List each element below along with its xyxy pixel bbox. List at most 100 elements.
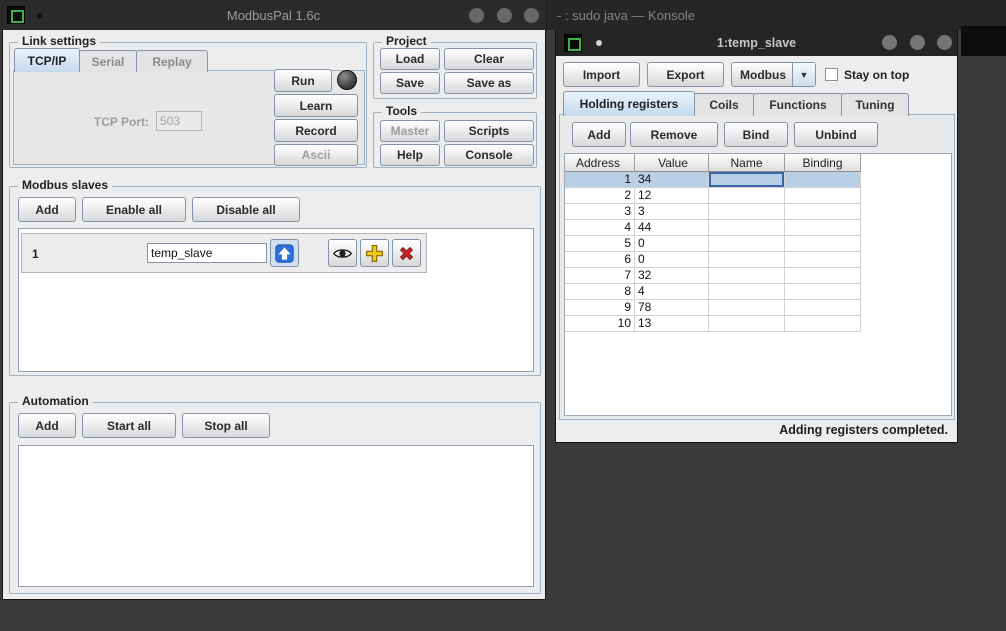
- table-row[interactable]: 978: [565, 300, 951, 316]
- import-button[interactable]: Import: [563, 62, 640, 87]
- table-row[interactable]: 212: [565, 188, 951, 204]
- cell-name[interactable]: [709, 172, 785, 188]
- view-slave-button[interactable]: [328, 239, 357, 267]
- cell-value[interactable]: 32: [635, 268, 709, 284]
- modbus-slaves-group: Modbus slaves Add Enable all Disable all…: [9, 186, 541, 376]
- cell-address[interactable]: 7: [565, 268, 635, 284]
- window-control-button[interactable]: [910, 35, 925, 50]
- save-as-button[interactable]: Save as: [444, 72, 534, 94]
- tab-holding-registers[interactable]: Holding registers: [563, 91, 695, 116]
- cell-address[interactable]: 9: [565, 300, 635, 316]
- cell-address[interactable]: 5: [565, 236, 635, 252]
- window-control-button[interactable]: [469, 8, 484, 23]
- cell-binding[interactable]: [785, 300, 861, 316]
- cell-address[interactable]: 10: [565, 316, 635, 332]
- unbind-button[interactable]: Unbind: [794, 122, 878, 147]
- tab-tcpip[interactable]: TCP/IP: [14, 48, 80, 72]
- record-button[interactable]: Record: [274, 119, 358, 142]
- table-row[interactable]: 33: [565, 204, 951, 220]
- cell-value[interactable]: 3: [635, 204, 709, 220]
- table-row[interactable]: 84: [565, 284, 951, 300]
- window-control-button[interactable]: [937, 35, 952, 50]
- cell-value[interactable]: 13: [635, 316, 709, 332]
- run-button[interactable]: Run: [274, 69, 332, 92]
- export-button[interactable]: Export: [647, 62, 724, 87]
- table-row[interactable]: 444: [565, 220, 951, 236]
- scripts-button[interactable]: Scripts: [444, 120, 534, 142]
- tab-coils[interactable]: Coils: [693, 93, 755, 116]
- cell-name[interactable]: [709, 188, 785, 204]
- add-automation-button[interactable]: Add: [18, 413, 76, 438]
- cell-name[interactable]: [709, 316, 785, 332]
- cell-value[interactable]: 0: [635, 252, 709, 268]
- stop-all-button[interactable]: Stop all: [182, 413, 270, 438]
- delete-slave-button[interactable]: [392, 239, 421, 267]
- cell-binding[interactable]: [785, 316, 861, 332]
- cell-binding[interactable]: [785, 268, 861, 284]
- tab-functions[interactable]: Functions: [753, 93, 843, 116]
- help-button[interactable]: Help: [380, 144, 440, 166]
- table-row[interactable]: 50: [565, 236, 951, 252]
- column-header-name[interactable]: Name: [709, 154, 785, 172]
- table-row[interactable]: 1013: [565, 316, 951, 332]
- stay-on-top-checkbox[interactable]: [825, 68, 838, 81]
- cell-value[interactable]: 4: [635, 284, 709, 300]
- console-button[interactable]: Console: [444, 144, 534, 166]
- cell-binding[interactable]: [785, 220, 861, 236]
- cell-binding[interactable]: [785, 172, 861, 188]
- slave-row[interactable]: 1: [21, 233, 427, 273]
- tcp-port-field[interactable]: [156, 111, 202, 131]
- cell-address[interactable]: 4: [565, 220, 635, 236]
- tab-serial[interactable]: Serial: [78, 50, 138, 72]
- cell-binding[interactable]: [785, 236, 861, 252]
- table-row[interactable]: 732: [565, 268, 951, 284]
- add-slave-button[interactable]: Add: [18, 197, 76, 222]
- cell-binding[interactable]: [785, 188, 861, 204]
- cell-name[interactable]: [709, 284, 785, 300]
- cell-binding[interactable]: [785, 252, 861, 268]
- cell-address[interactable]: 2: [565, 188, 635, 204]
- table-row[interactable]: 60: [565, 252, 951, 268]
- cell-value[interactable]: 44: [635, 220, 709, 236]
- column-header-value[interactable]: Value: [635, 154, 709, 172]
- column-header-binding[interactable]: Binding: [785, 154, 861, 172]
- modbus-implementation-dropdown[interactable]: Modbus ▼: [731, 62, 816, 87]
- slave-window-titlebar[interactable]: 1:temp_slave: [556, 30, 957, 56]
- window-control-button[interactable]: [524, 8, 539, 23]
- load-button[interactable]: Load: [380, 48, 440, 70]
- cell-address[interactable]: 1: [565, 172, 635, 188]
- cell-address[interactable]: 6: [565, 252, 635, 268]
- cell-name[interactable]: [709, 252, 785, 268]
- cell-name[interactable]: [709, 220, 785, 236]
- clear-button[interactable]: Clear: [444, 48, 534, 70]
- learn-button[interactable]: Learn: [274, 94, 358, 117]
- tab-replay[interactable]: Replay: [136, 50, 208, 72]
- cell-binding[interactable]: [785, 204, 861, 220]
- slave-name-field[interactable]: [147, 243, 267, 263]
- cell-name[interactable]: [709, 300, 785, 316]
- cell-value[interactable]: 12: [635, 188, 709, 204]
- remove-register-button[interactable]: Remove: [630, 122, 718, 147]
- cell-name[interactable]: [709, 204, 785, 220]
- tab-tuning[interactable]: Tuning: [841, 93, 909, 116]
- cell-address[interactable]: 8: [565, 284, 635, 300]
- bind-button[interactable]: Bind: [724, 122, 788, 147]
- window-control-button[interactable]: [882, 35, 897, 50]
- cell-binding[interactable]: [785, 284, 861, 300]
- add-register-button[interactable]: Add: [572, 122, 626, 147]
- table-row[interactable]: 134: [565, 172, 951, 188]
- enable-all-button[interactable]: Enable all: [82, 197, 186, 222]
- cell-value[interactable]: 34: [635, 172, 709, 188]
- slave-enabled-toggle-button[interactable]: [270, 239, 299, 267]
- start-all-button[interactable]: Start all: [82, 413, 176, 438]
- window-control-button[interactable]: [497, 8, 512, 23]
- disable-all-button[interactable]: Disable all: [192, 197, 300, 222]
- save-button[interactable]: Save: [380, 72, 440, 94]
- cell-address[interactable]: 3: [565, 204, 635, 220]
- cell-name[interactable]: [709, 236, 785, 252]
- duplicate-slave-button[interactable]: [360, 239, 389, 267]
- column-header-address[interactable]: Address: [565, 154, 635, 172]
- cell-name[interactable]: [709, 268, 785, 284]
- cell-value[interactable]: 78: [635, 300, 709, 316]
- cell-value[interactable]: 0: [635, 236, 709, 252]
